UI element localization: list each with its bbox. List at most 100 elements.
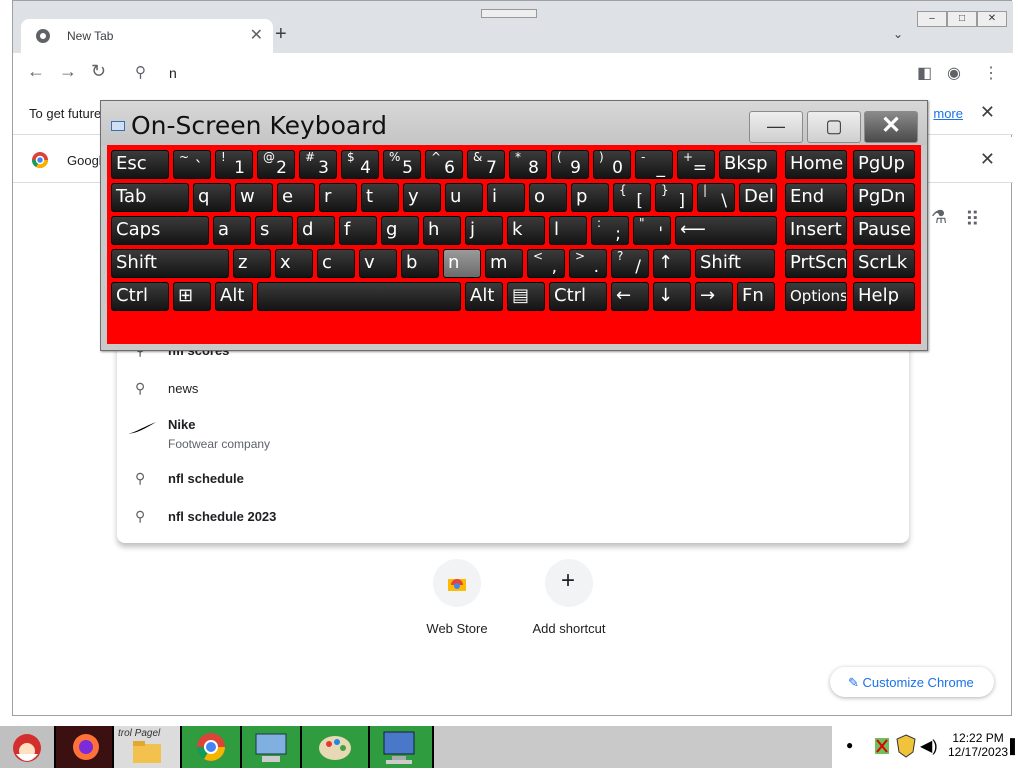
key-symbol-2-11[interactable]: " ' [633, 216, 671, 245]
key-j[interactable]: j [465, 216, 503, 245]
tray-dot-icon[interactable]: ● [846, 738, 853, 752]
key-g[interactable]: g [381, 216, 419, 245]
key-symbol-1-13[interactable]: | \ [697, 183, 735, 212]
network-status-icon[interactable] [874, 736, 892, 756]
key-pgdn[interactable]: PgDn [853, 183, 915, 212]
key-y[interactable]: y [403, 183, 441, 212]
omnibox-input[interactable]: n [169, 65, 177, 81]
key-k[interactable]: k [507, 216, 545, 245]
key-symbol-2-12[interactable]: ⟵ [675, 216, 777, 245]
key-symbol-0-4[interactable]: #3 [299, 150, 337, 179]
network-taskbar-button[interactable] [242, 726, 300, 768]
security-shield-icon[interactable] [896, 734, 916, 758]
key-symbol-0-12[interactable]: - _ [635, 150, 673, 179]
minimize-button[interactable]: – [917, 11, 947, 27]
suggestion-item[interactable]: Nike Footwear company [117, 407, 909, 457]
tab-close-icon[interactable]: ✕ [250, 25, 263, 45]
key-options[interactable]: Options [785, 282, 847, 311]
firefox-taskbar-button[interactable] [56, 726, 112, 768]
key-symbol-0-1[interactable]: ~ ` [173, 150, 211, 179]
key-symbol-2-10[interactable]: :; [591, 216, 629, 245]
osk-restore-button[interactable]: ▢ [807, 111, 861, 143]
infobar-close-icon[interactable]: ✕ [980, 102, 995, 123]
key-home[interactable]: Home [785, 150, 847, 179]
key-scrlk[interactable]: ScrLk [853, 249, 915, 278]
start-button[interactable] [0, 726, 54, 768]
key-fn[interactable]: Fn [737, 282, 775, 311]
side-panel-icon[interactable]: ◧ [917, 63, 932, 83]
key-symbol-0-2[interactable]: ! 1 [215, 150, 253, 179]
key-v[interactable]: v [359, 249, 397, 278]
infobar-link[interactable]: more [933, 106, 963, 121]
reload-icon[interactable]: ↻ [91, 61, 106, 82]
shortcut-web-store[interactable]: Web Store [407, 559, 507, 636]
control-panel-taskbar-button[interactable]: trol Pagel [114, 726, 180, 768]
key-b[interactable]: b [401, 249, 439, 278]
chrome-taskbar-button[interactable] [182, 726, 240, 768]
key-symbol-0-6[interactable]: % 5 [383, 150, 421, 179]
forward-icon[interactable]: → [59, 61, 77, 82]
key-shift[interactable]: Shift [111, 249, 229, 278]
key-bksp[interactable]: Bksp [719, 150, 777, 179]
key-insert[interactable]: Insert [785, 216, 847, 245]
key-r[interactable]: r [319, 183, 357, 212]
key-end[interactable]: End [785, 183, 847, 212]
key-ctrl[interactable]: Ctrl [111, 282, 169, 311]
key-alt[interactable]: Alt [465, 282, 503, 311]
key-symbol-0-8[interactable]: & 7 [467, 150, 505, 179]
key-alt[interactable]: Alt [215, 282, 253, 311]
key-i[interactable]: i [487, 183, 525, 212]
key-symbol-1-11[interactable]: {[ [613, 183, 651, 212]
key-symbol-3-10[interactable]: ? / [611, 249, 649, 278]
back-icon[interactable]: ← [27, 61, 45, 82]
key-l[interactable]: l [549, 216, 587, 245]
key-symbol-0-7[interactable]: ^ 6 [425, 150, 463, 179]
key-symbol-0-3[interactable]: @2 [257, 150, 295, 179]
close-button[interactable]: ✕ [977, 11, 1007, 27]
osk-title-bar[interactable]: On-Screen Keyboard — ▢ ✕ [101, 101, 927, 145]
suggestion-item[interactable]: ⚲ nfl schedule 2023 [117, 499, 909, 535]
computer-taskbar-button[interactable] [370, 726, 432, 768]
key-p[interactable]: p [571, 183, 609, 212]
tab-new-tab[interactable]: New Tab ✕ [21, 19, 273, 53]
key-esc[interactable]: Esc [111, 150, 169, 179]
key-o[interactable]: o [529, 183, 567, 212]
key-e[interactable]: e [277, 183, 315, 212]
default-browser-close-icon[interactable]: ✕ [980, 149, 995, 170]
clock[interactable]: 12:22 PM 12/17/2023 [948, 731, 1008, 759]
key-t[interactable]: t [361, 183, 399, 212]
key-symbol-0-11[interactable]: ) 0 [593, 150, 631, 179]
window-drag-handle[interactable] [481, 9, 537, 18]
key-symbol-1-12[interactable]: }] [655, 183, 693, 212]
key-symbol-0-10[interactable]: (9 [551, 150, 589, 179]
volume-icon[interactable]: ◀) [920, 736, 938, 756]
osk-close-button[interactable]: ✕ [864, 111, 918, 143]
key-del[interactable]: Del [739, 183, 777, 212]
maximize-button[interactable]: □ [947, 11, 977, 27]
key-x[interactable]: x [275, 249, 313, 278]
key-symbol-4-1[interactable]: ⊞ [173, 282, 211, 311]
profile-icon[interactable]: ◉ [947, 63, 961, 83]
key-caps[interactable]: Caps [111, 216, 209, 245]
suggestion-item[interactable]: ⚲ nfl schedule [117, 461, 909, 497]
key-symbol-4-5[interactable]: ▤ [507, 282, 545, 311]
apps-grid-icon[interactable]: ⠿ [965, 207, 980, 232]
key-symbol-4-9[interactable]: → [695, 282, 733, 311]
key-ctrl[interactable]: Ctrl [549, 282, 607, 311]
suggestion-item[interactable]: ⚲ news [117, 371, 909, 407]
key-symbol-0-9[interactable]: * 8 [509, 150, 547, 179]
key-pause[interactable]: Pause [853, 216, 915, 245]
key-help[interactable]: Help [853, 282, 915, 311]
key-space[interactable] [257, 282, 461, 311]
key-prtscn[interactable]: PrtScn [785, 249, 847, 278]
key-symbol-3-11[interactable]: ↑ [653, 249, 691, 278]
key-m[interactable]: m [485, 249, 523, 278]
labs-icon[interactable]: ⚗ [931, 207, 947, 228]
key-c[interactable]: c [317, 249, 355, 278]
key-tab[interactable]: Tab [111, 183, 189, 212]
show-desktop-icon[interactable]: ▌ [1010, 738, 1020, 754]
key-symbol-3-8[interactable]: <, [527, 249, 565, 278]
key-symbol-4-7[interactable]: ← [611, 282, 649, 311]
key-symbol-3-9[interactable]: >. [569, 249, 607, 278]
key-s[interactable]: s [255, 216, 293, 245]
